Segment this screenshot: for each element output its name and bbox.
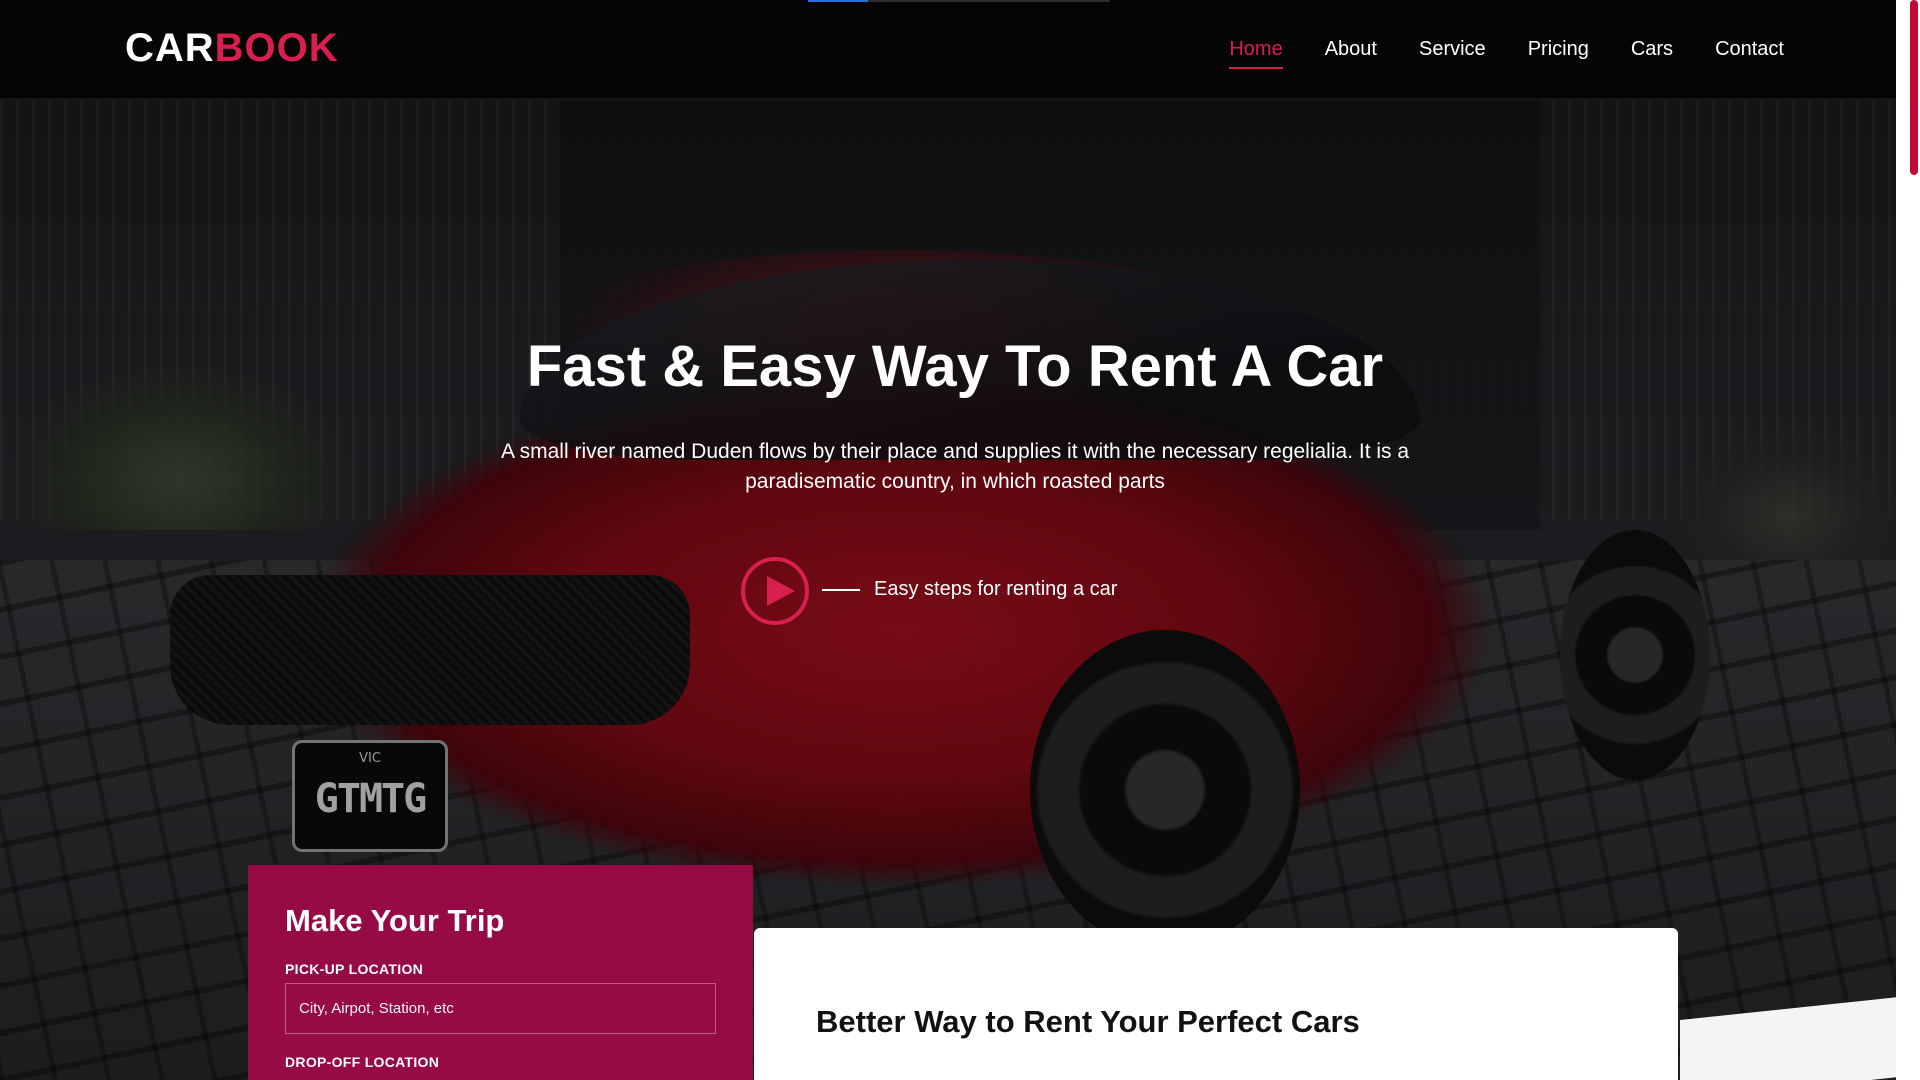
nav-item-contact[interactable]: Contact: [1715, 38, 1784, 69]
brand-part-car: CAR: [125, 26, 215, 70]
info-card-title: Better Way to Rent Your Perfect Cars: [816, 1004, 1360, 1039]
trip-form: Make Your Trip PICK-UP LOCATION DROP-OFF…: [248, 865, 753, 1080]
dash-divider: [822, 588, 860, 591]
nav-item-about[interactable]: About: [1325, 38, 1377, 69]
video-link[interactable]: Easy steps for renting a car: [822, 578, 1117, 601]
pickup-label: PICK-UP LOCATION: [285, 961, 424, 977]
brand-logo[interactable]: CARBOOK: [125, 26, 339, 71]
hero-subtitle: A small river named Duden flows by their…: [500, 440, 1410, 493]
scrollbar-track[interactable]: [1896, 0, 1920, 1080]
main-nav: Home About Service Pricing Cars Contact: [1229, 38, 1784, 69]
nav-item-cars[interactable]: Cars: [1631, 38, 1673, 69]
nav-item-home[interactable]: Home: [1229, 38, 1284, 69]
brand-part-book: BOOK: [214, 26, 339, 70]
dropoff-label: DROP-OFF LOCATION: [285, 1054, 440, 1070]
info-card: Better Way to Rent Your Perfect Cars: [754, 928, 1678, 1080]
hero-title: Fast & Easy Way To Rent A Car: [526, 334, 1384, 399]
nav-item-service[interactable]: Service: [1419, 38, 1486, 69]
video-link-label: Easy steps for renting a car: [874, 578, 1118, 600]
play-video-icon[interactable]: [741, 557, 809, 625]
nav-item-pricing[interactable]: Pricing: [1528, 38, 1589, 69]
navbar: CARBOOK Home About Service Pricing Cars …: [0, 0, 1896, 98]
loading-bar-progress: [808, 0, 868, 2]
scrollbar-thumb[interactable]: [1910, 0, 1918, 175]
pickup-location-input[interactable]: [285, 983, 716, 1034]
trip-form-title: Make Your Trip: [285, 903, 505, 938]
